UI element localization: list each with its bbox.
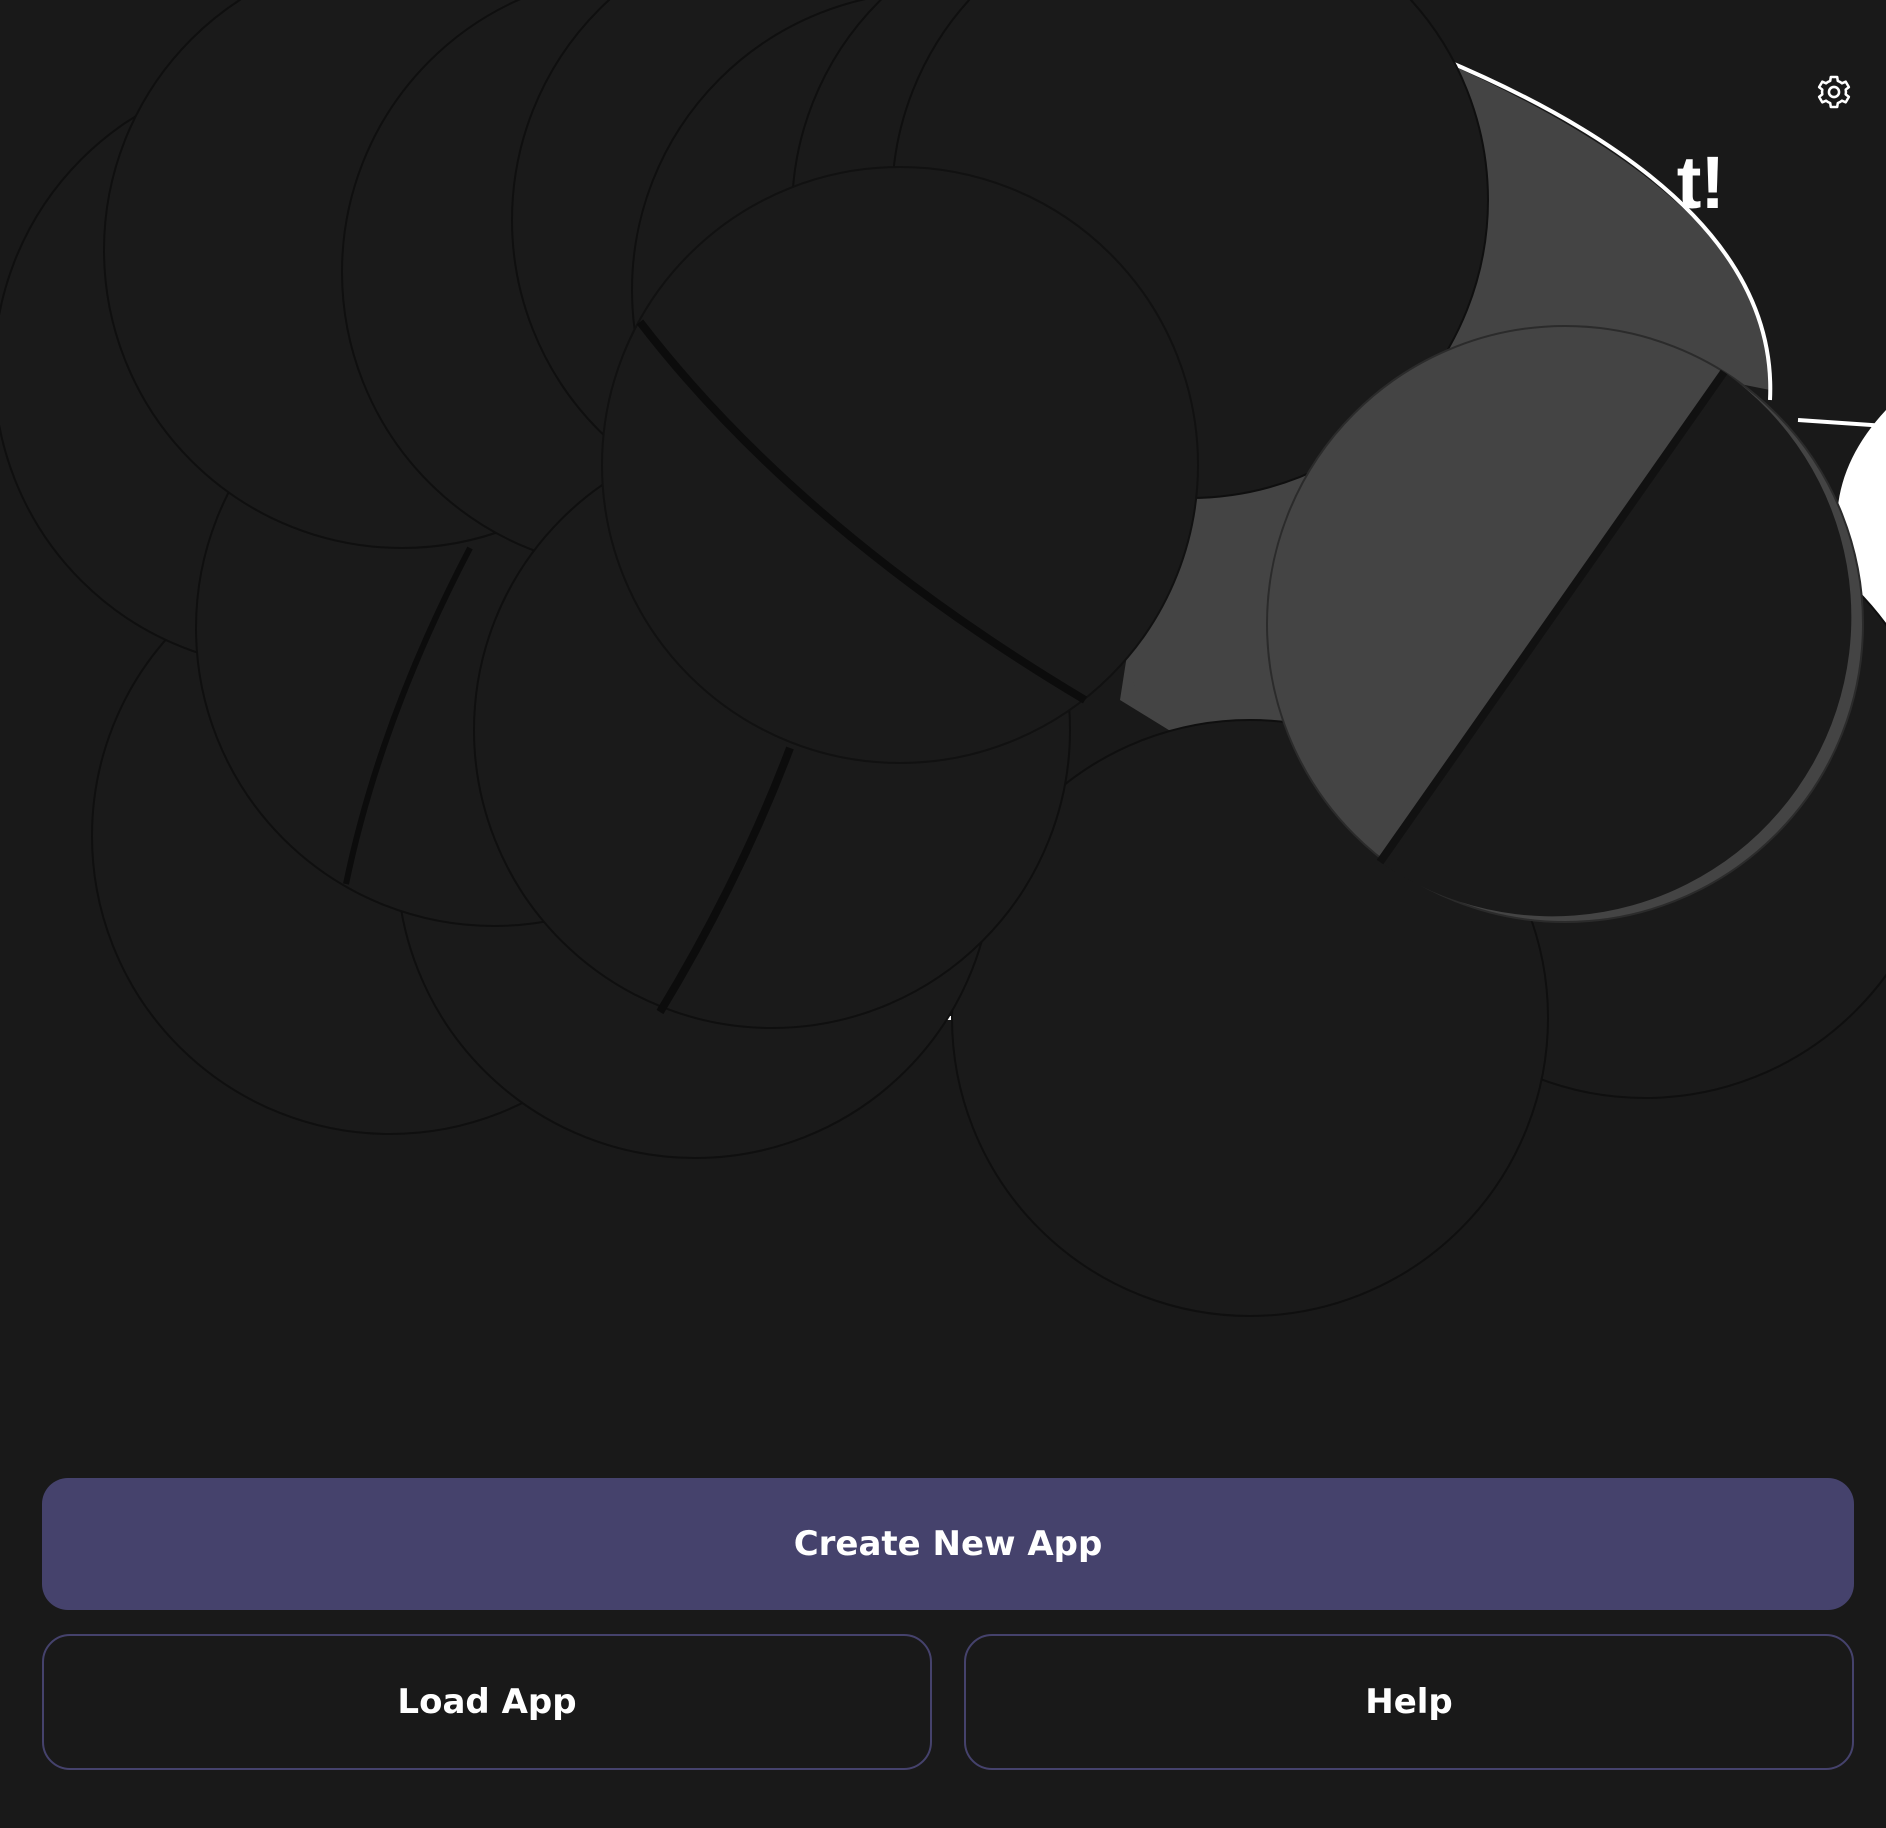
help-button[interactable]: Help (964, 1634, 1854, 1770)
gear-icon (1817, 75, 1851, 109)
create-new-app-button[interactable]: Create New App (42, 1478, 1854, 1610)
welcome-screen: t! Create New App Load App Help (0, 0, 1886, 1828)
load-app-button[interactable]: Load App (42, 1634, 932, 1770)
settings-button[interactable] (1808, 66, 1860, 118)
